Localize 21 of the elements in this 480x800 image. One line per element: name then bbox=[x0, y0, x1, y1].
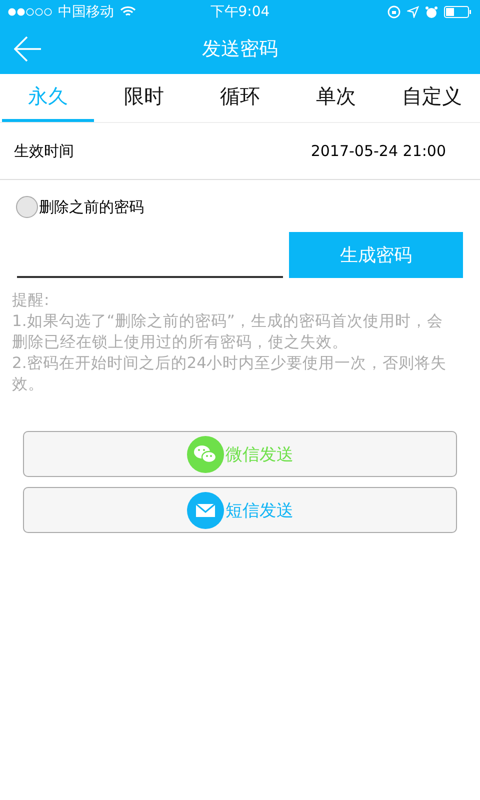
tab[interactable]: 循环 bbox=[194, 74, 286, 122]
tab[interactable]: 自定义 bbox=[386, 74, 478, 122]
signal-icon bbox=[8, 8, 52, 16]
wifi-icon bbox=[120, 6, 136, 18]
location-icon bbox=[406, 6, 419, 18]
note-text: 1.如果勾选了“删除之前的密码”，生成的密码首次使用时，会删除已经在锁上使用过的所有密码，使之失效。 bbox=[12, 311, 444, 353]
tab[interactable]: 限时 bbox=[98, 74, 190, 122]
rotation-lock-icon bbox=[386, 5, 401, 19]
back-arrow-icon[interactable] bbox=[14, 36, 42, 62]
battery-icon bbox=[444, 6, 472, 18]
carrier-name: 中国移动 bbox=[58, 3, 114, 21]
note-text: 2.密码在开始时间之后的24小时内至少要使用一次，否则将失效。 bbox=[12, 353, 448, 395]
effective-time-value[interactable]: 2017-05-24 21:00 bbox=[310, 142, 446, 160]
note-text: 提醒: bbox=[12, 290, 50, 311]
status-time: 下午9:04 bbox=[210, 3, 270, 21]
tab[interactable]: 单次 bbox=[290, 74, 382, 122]
delete-previous-label: 删除之前的密码 bbox=[39, 198, 144, 216]
page-title: 发送密码 bbox=[202, 37, 278, 62]
effective-time-label: 生效时间 bbox=[14, 142, 74, 160]
radio-button[interactable] bbox=[16, 196, 38, 218]
alarm-icon bbox=[424, 6, 438, 18]
